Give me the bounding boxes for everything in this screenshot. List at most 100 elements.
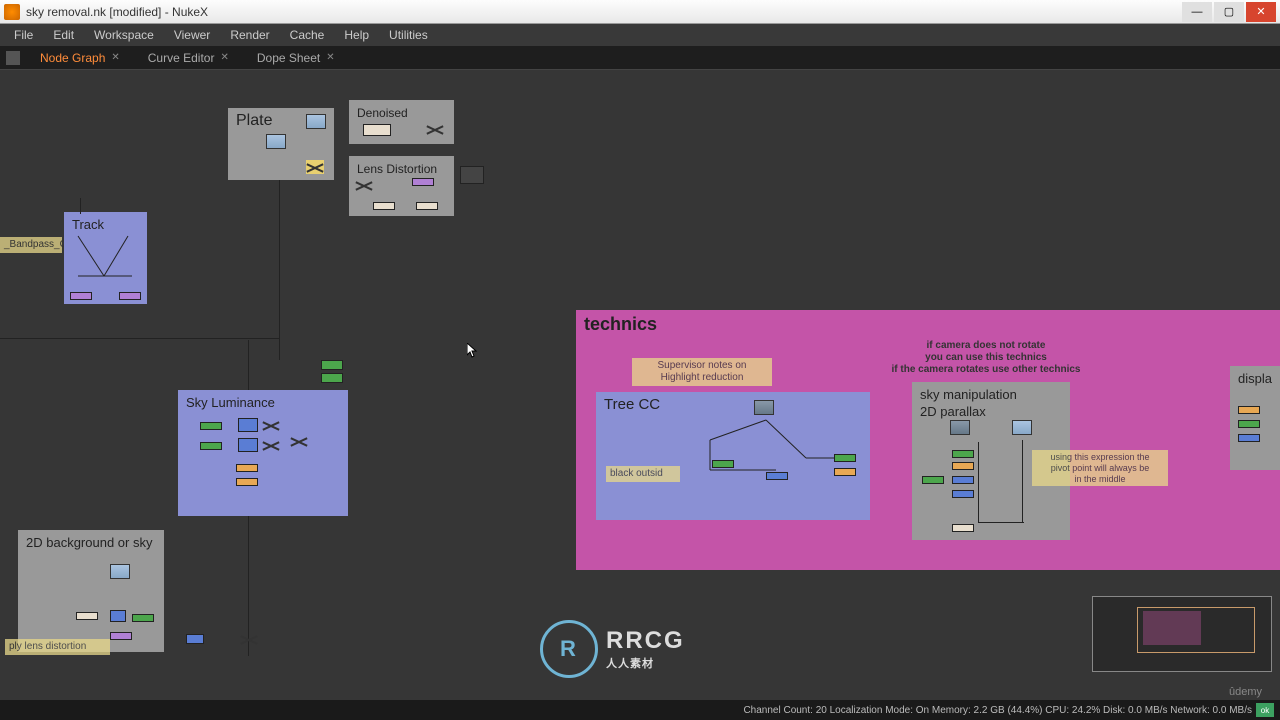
backdrop-track[interactable]: Track bbox=[64, 212, 147, 304]
window-controls: — ▢ ✕ bbox=[1182, 2, 1276, 22]
udemy-watermark: ûdemy bbox=[1229, 686, 1262, 698]
merge-icon bbox=[426, 122, 444, 136]
tab-close-icon[interactable]: ✕ bbox=[220, 52, 228, 63]
backdrop-label: Denoised bbox=[357, 106, 408, 120]
sticky-apply-lens[interactable]: ply lens distortion bbox=[5, 639, 110, 655]
merge-node[interactable] bbox=[766, 472, 788, 480]
sticky-expression[interactable]: using this expression the pivot point wi… bbox=[1032, 450, 1168, 486]
color-node[interactable] bbox=[363, 124, 391, 136]
merge-node[interactable] bbox=[1238, 434, 1260, 442]
color-node[interactable] bbox=[373, 202, 395, 210]
tab-label: Curve Editor bbox=[148, 51, 215, 65]
transform-node[interactable] bbox=[70, 292, 92, 300]
app-icon bbox=[4, 4, 20, 20]
channel-node[interactable] bbox=[1238, 406, 1260, 414]
node-green[interactable] bbox=[321, 373, 343, 383]
read-thumb-icon bbox=[266, 134, 286, 149]
node-green[interactable] bbox=[200, 442, 222, 450]
menu-viewer[interactable]: Viewer bbox=[164, 26, 220, 44]
channel-node[interactable] bbox=[952, 462, 974, 470]
transform-node[interactable] bbox=[119, 292, 141, 300]
minimize-button[interactable]: — bbox=[1182, 2, 1212, 22]
node-graph-canvas[interactable]: Plate Denoised Lens Distortion _Bandpass… bbox=[0, 70, 1280, 700]
panel-icon[interactable] bbox=[6, 51, 20, 65]
tab-curve-editor[interactable]: Curve Editor ✕ bbox=[134, 48, 243, 68]
node-green[interactable] bbox=[834, 454, 856, 462]
menu-help[interactable]: Help bbox=[334, 26, 379, 44]
menu-workspace[interactable]: Workspace bbox=[84, 26, 164, 44]
sticky-bandpass[interactable]: _Bandpass_Grade bbox=[0, 237, 62, 253]
tab-label: Dope Sheet bbox=[257, 51, 320, 65]
watermark-main: RRCG bbox=[606, 627, 685, 655]
merge-icon bbox=[306, 160, 324, 174]
backdrop-tree-cc[interactable]: Tree CC black outsid bbox=[596, 392, 870, 520]
backdrop-displa[interactable]: displa bbox=[1230, 366, 1280, 470]
tab-node-graph[interactable]: Node Graph ✕ bbox=[26, 48, 134, 68]
color-node[interactable] bbox=[952, 524, 974, 532]
sticky-text: Supervisor notes on Highlight reduction bbox=[658, 360, 747, 383]
merge-node[interactable] bbox=[110, 610, 126, 622]
color-node[interactable] bbox=[416, 202, 438, 210]
status-ok-badge: ok bbox=[1256, 703, 1274, 717]
connection-wire bbox=[1022, 440, 1023, 522]
merge-icon bbox=[355, 178, 373, 192]
merge-node[interactable] bbox=[952, 490, 974, 498]
sticky-supervisor[interactable]: Supervisor notes on Highlight reduction bbox=[632, 358, 772, 386]
merge-node[interactable] bbox=[186, 634, 204, 644]
tab-dope-sheet[interactable]: Dope Sheet ✕ bbox=[243, 48, 349, 68]
node-green[interactable] bbox=[1238, 420, 1260, 428]
node-green[interactable] bbox=[952, 450, 974, 458]
sticky-camera[interactable]: if camera does not rotate you can use th… bbox=[864, 338, 1108, 378]
node-green[interactable] bbox=[321, 360, 343, 370]
merge-icon bbox=[262, 418, 280, 432]
tab-label: Node Graph bbox=[40, 51, 105, 65]
backdrop-2d-background[interactable]: 2D background or sky bbox=[18, 530, 164, 652]
connection-wire bbox=[978, 522, 1024, 523]
node-green[interactable] bbox=[922, 476, 944, 484]
color-node[interactable] bbox=[76, 612, 98, 620]
merge-node[interactable] bbox=[238, 438, 258, 452]
merge-icon bbox=[262, 438, 280, 452]
read-thumb-icon bbox=[306, 114, 326, 129]
backdrop-denoised[interactable]: Denoised bbox=[349, 100, 454, 144]
read-thumb-icon bbox=[1012, 420, 1032, 435]
backdrop-label: displa bbox=[1238, 371, 1272, 386]
node-green[interactable] bbox=[200, 422, 222, 430]
backdrop-plate[interactable]: Plate bbox=[228, 108, 334, 180]
tab-close-icon[interactable]: ✕ bbox=[111, 52, 119, 63]
menu-cache[interactable]: Cache bbox=[280, 26, 335, 44]
merge-node[interactable] bbox=[952, 476, 974, 484]
menu-render[interactable]: Render bbox=[220, 26, 279, 44]
backdrop-label: Lens Distortion bbox=[357, 162, 437, 176]
channel-node[interactable] bbox=[236, 478, 258, 486]
backdrop-sky-luminance[interactable]: Sky Luminance bbox=[178, 390, 348, 516]
node-green[interactable] bbox=[132, 614, 154, 622]
close-button[interactable]: ✕ bbox=[1246, 2, 1276, 22]
watermark-sub: 人人素材 bbox=[606, 655, 685, 671]
backdrop-lens-distortion[interactable]: Lens Distortion bbox=[349, 156, 454, 216]
read-thumb-icon bbox=[110, 564, 130, 579]
menubar: File Edit Workspace Viewer Render Cache … bbox=[0, 24, 1280, 46]
navigator-minimap[interactable] bbox=[1092, 596, 1272, 672]
node-green[interactable] bbox=[712, 460, 734, 468]
connection-wire bbox=[0, 338, 280, 339]
transform-node[interactable] bbox=[110, 632, 132, 640]
sticky-text: ply lens distortion bbox=[9, 641, 86, 652]
menu-utilities[interactable]: Utilities bbox=[379, 26, 438, 44]
watermark-logo: R RRCG 人人素材 bbox=[540, 620, 685, 678]
connection-wire bbox=[80, 198, 81, 214]
maximize-button[interactable]: ▢ bbox=[1214, 2, 1244, 22]
backdrop-label: Sky Luminance bbox=[186, 395, 275, 410]
sticky-text: if camera does not rotate you can use th… bbox=[892, 340, 1081, 375]
menu-edit[interactable]: Edit bbox=[43, 26, 84, 44]
read-thumb-icon bbox=[950, 420, 970, 435]
sticky-black-outside[interactable]: black outsid bbox=[606, 466, 680, 482]
status-text: Channel Count: 20 Localization Mode: On … bbox=[6, 705, 1252, 716]
titlebar: sky removal.nk [modified] - NukeX — ▢ ✕ bbox=[0, 0, 1280, 24]
menu-file[interactable]: File bbox=[4, 26, 43, 44]
transform-node[interactable] bbox=[412, 178, 434, 186]
channel-node[interactable] bbox=[236, 464, 258, 472]
tab-close-icon[interactable]: ✕ bbox=[326, 52, 334, 63]
channel-node[interactable] bbox=[834, 468, 856, 476]
merge-node[interactable] bbox=[238, 418, 258, 432]
